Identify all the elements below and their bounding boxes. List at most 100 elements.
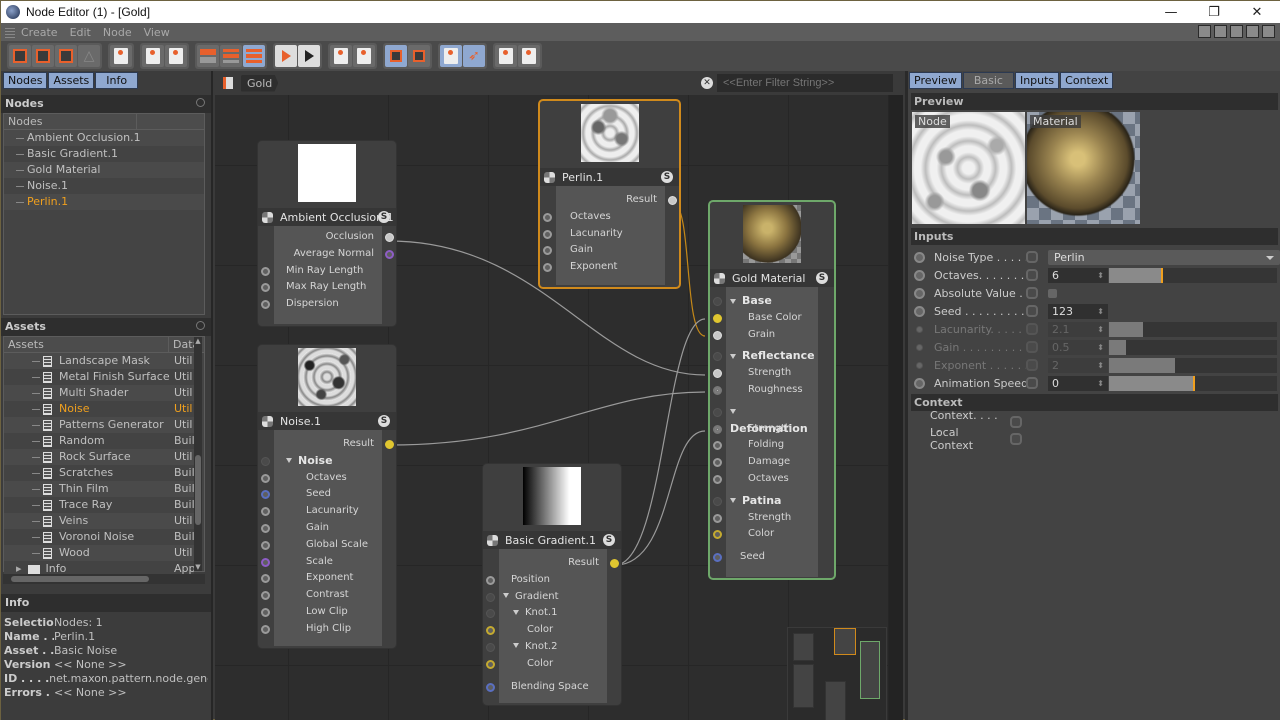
asset-list-item[interactable]: Random Buil xyxy=(4,433,194,449)
collapse-partial-button[interactable] xyxy=(220,45,242,67)
node-list-item[interactable]: Perlin.1 xyxy=(4,194,204,210)
input-port[interactable] xyxy=(713,458,722,468)
input-port[interactable] xyxy=(261,574,270,584)
layout-vertical-button[interactable] xyxy=(518,45,540,67)
play-button[interactable] xyxy=(298,45,320,67)
input-port[interactable] xyxy=(543,263,552,273)
asset-list-item[interactable]: Patterns Generator Util xyxy=(4,417,194,433)
param-radio[interactable] xyxy=(914,377,925,389)
assets-horizontal-scrollbar[interactable] xyxy=(3,574,205,584)
filter-input[interactable] xyxy=(717,74,893,92)
input-port[interactable] xyxy=(261,490,270,500)
breadcrumb-gold[interactable]: Gold xyxy=(241,74,279,92)
node-ambient-occlusion[interactable]: Ambient Occlusion.1 S Occlusion Average N… xyxy=(257,140,397,327)
input-port[interactable] xyxy=(713,407,722,417)
input-port[interactable] xyxy=(486,626,495,636)
node-list-item[interactable]: Ambient Occlusion.1 xyxy=(4,130,204,146)
solo-button[interactable]: △ xyxy=(78,45,100,67)
param-value-field[interactable]: 6 ⬍ xyxy=(1048,267,1108,283)
frame-selected-button[interactable] xyxy=(385,45,407,67)
input-port[interactable] xyxy=(543,246,552,256)
param-radio[interactable] xyxy=(914,251,925,263)
spinner-icon[interactable]: ⬍ xyxy=(1097,304,1104,319)
expand-triangle-icon[interactable] xyxy=(513,609,519,615)
tab-inputs[interactable]: Inputs xyxy=(1014,72,1060,89)
input-port[interactable] xyxy=(543,229,552,239)
animate-toggle[interactable] xyxy=(1026,359,1038,371)
input-port[interactable] xyxy=(713,369,722,379)
expand-triangle-icon[interactable] xyxy=(286,458,292,464)
tab-basic[interactable]: Basic xyxy=(962,72,1014,89)
param-radio[interactable] xyxy=(914,305,925,317)
menu-create[interactable]: Create xyxy=(21,26,58,39)
spinner-icon[interactable]: ⬍ xyxy=(1097,268,1104,283)
input-port[interactable] xyxy=(713,496,722,506)
maximize-button[interactable]: ❐ xyxy=(1194,1,1234,23)
node-list-item[interactable]: Noise.1 xyxy=(4,178,204,194)
output-port[interactable] xyxy=(385,249,394,259)
ungroup-button[interactable] xyxy=(165,45,187,67)
tab-nodes[interactable]: Nodes xyxy=(3,72,48,89)
param-radio[interactable] xyxy=(916,343,923,351)
input-port[interactable] xyxy=(261,624,270,634)
input-port[interactable] xyxy=(713,553,722,563)
expand-triangle-icon[interactable] xyxy=(730,298,736,304)
expand-triangle-icon[interactable] xyxy=(730,409,736,415)
input-port[interactable] xyxy=(713,513,722,523)
new-panel-icon[interactable] xyxy=(1262,25,1275,38)
layout-center-icon[interactable] xyxy=(1214,25,1227,38)
asset-list-item[interactable]: Veins Util xyxy=(4,513,194,529)
param-radio[interactable] xyxy=(916,325,923,333)
search-icon[interactable] xyxy=(196,321,205,330)
asset-list-item[interactable]: Wood Util xyxy=(4,545,194,561)
expand-triangle-icon[interactable] xyxy=(730,498,736,504)
input-port[interactable] xyxy=(486,659,495,669)
layout-left-icon[interactable] xyxy=(1198,25,1211,38)
solo-badge-icon[interactable]: S xyxy=(661,171,673,183)
asset-list-item[interactable]: Metal Finish Surface Util xyxy=(4,369,194,385)
tab-context[interactable]: Context xyxy=(1060,72,1114,89)
output-port[interactable] xyxy=(385,233,394,242)
layout-horizontal-button[interactable] xyxy=(495,45,517,67)
context-toggle[interactable] xyxy=(1010,432,1022,445)
expand-triangle-icon[interactable] xyxy=(730,353,736,359)
input-port[interactable] xyxy=(261,591,270,601)
assets-vertical-scrollbar[interactable]: ▲ ▼ xyxy=(194,337,202,571)
input-port[interactable] xyxy=(713,424,722,434)
context-toggle[interactable] xyxy=(1010,415,1022,428)
node-perlin[interactable]: Perlin.1 S Result Octaves Lacunarity Gain… xyxy=(538,99,681,289)
input-port[interactable] xyxy=(486,592,495,602)
auto-arrange-button[interactable]: ➶ xyxy=(463,45,485,67)
input-port[interactable] xyxy=(261,607,270,617)
frame-reset-button[interactable] xyxy=(408,45,430,67)
animate-toggle[interactable] xyxy=(1026,305,1038,317)
menu-edit[interactable]: Edit xyxy=(70,26,91,39)
param-radio[interactable] xyxy=(914,269,925,281)
param-checkbox[interactable] xyxy=(1048,288,1057,298)
output-port[interactable] xyxy=(610,559,619,568)
param-radio[interactable] xyxy=(914,287,925,299)
input-port[interactable] xyxy=(261,266,270,276)
param-slider[interactable] xyxy=(1109,267,1277,283)
output-port[interactable] xyxy=(385,440,394,449)
menu-node[interactable]: Node xyxy=(103,26,132,39)
nodes-column-header[interactable]: Nodes xyxy=(4,114,137,129)
asset-list-item[interactable]: Noise Util xyxy=(4,401,194,417)
param-radio[interactable] xyxy=(916,361,923,369)
output-port[interactable] xyxy=(668,196,677,205)
solo-badge-icon[interactable]: S xyxy=(603,534,615,546)
asset-list-item[interactable]: Voronoi Noise Buil xyxy=(4,529,194,545)
input-port[interactable] xyxy=(713,530,722,540)
input-port[interactable] xyxy=(261,507,270,517)
animate-toggle[interactable] xyxy=(1026,377,1038,389)
asset-list-item[interactable]: Rock Surface Util xyxy=(4,449,194,465)
param-value-field[interactable]: 123 ⬍ xyxy=(1048,303,1108,319)
input-port[interactable] xyxy=(261,300,270,310)
input-port[interactable] xyxy=(261,557,270,567)
input-port[interactable] xyxy=(713,474,722,484)
asset-list-item[interactable]: Multi Shader Util xyxy=(4,385,194,401)
grip-handle-icon[interactable] xyxy=(5,26,15,38)
remove-node-button[interactable] xyxy=(32,45,54,67)
animate-toggle[interactable] xyxy=(1026,269,1038,281)
lock-icon[interactable] xyxy=(1246,25,1259,38)
